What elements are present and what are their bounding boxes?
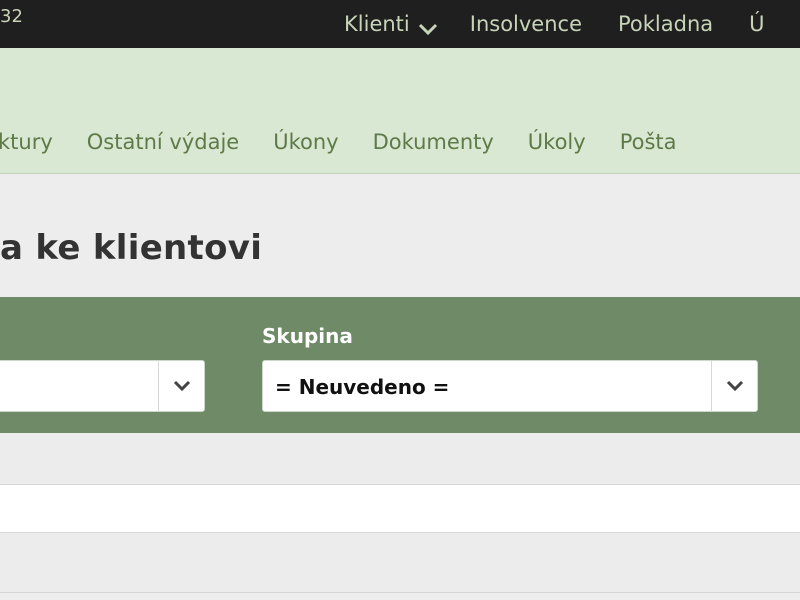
tab-ukony[interactable]: Úkony	[273, 130, 338, 154]
top-nav-item-insolvence[interactable]: Insolvence	[470, 12, 582, 36]
tab-posta[interactable]: Pošta	[620, 130, 677, 154]
top-nav-item-klienti[interactable]: Klienti	[344, 12, 438, 36]
tab-ostatni-vydaje[interactable]: Ostatní výdaje	[87, 130, 239, 154]
tab-faktury[interactable]: ktury	[0, 130, 53, 154]
chevron-down-icon[interactable]	[711, 361, 757, 411]
list-item[interactable]	[0, 433, 800, 485]
page-title: a ke klientovi	[0, 228, 263, 268]
results-list	[0, 433, 800, 593]
top-nav: Klienti Insolvence Pokladna Ú	[344, 0, 765, 48]
top-nav-label: Insolvence	[469, 12, 582, 36]
group-filter-select[interactable]: = Neuvedeno =	[262, 360, 758, 412]
counter-text: 32	[0, 6, 23, 27]
client-subnav: ktury Ostatní výdaje Úkony Dokumenty Úko…	[0, 130, 677, 154]
top-nav-label: Klienti	[344, 12, 410, 36]
group-filter-value: = Neuvedeno =	[275, 375, 450, 399]
top-nav-item-pokladna[interactable]: Pokladna	[618, 12, 713, 36]
first-filter-select[interactable]	[0, 360, 205, 412]
chevron-down-icon	[418, 17, 438, 36]
group-filter-label: Skupina	[262, 324, 353, 348]
tab-ukoly[interactable]: Úkoly	[528, 130, 586, 154]
list-item[interactable]	[0, 533, 800, 593]
top-bar: 32 Klienti Insolvence Pokladna Ú	[0, 0, 800, 48]
top-nav-label: Ú	[749, 12, 765, 36]
list-item[interactable]	[0, 485, 800, 533]
client-header-band	[0, 48, 800, 174]
top-nav-item-ukoly-cut[interactable]: Ú	[749, 12, 764, 36]
tab-dokumenty[interactable]: Dokumenty	[373, 130, 494, 154]
top-nav-label: Pokladna	[618, 12, 714, 36]
chevron-down-icon[interactable]	[158, 361, 204, 411]
